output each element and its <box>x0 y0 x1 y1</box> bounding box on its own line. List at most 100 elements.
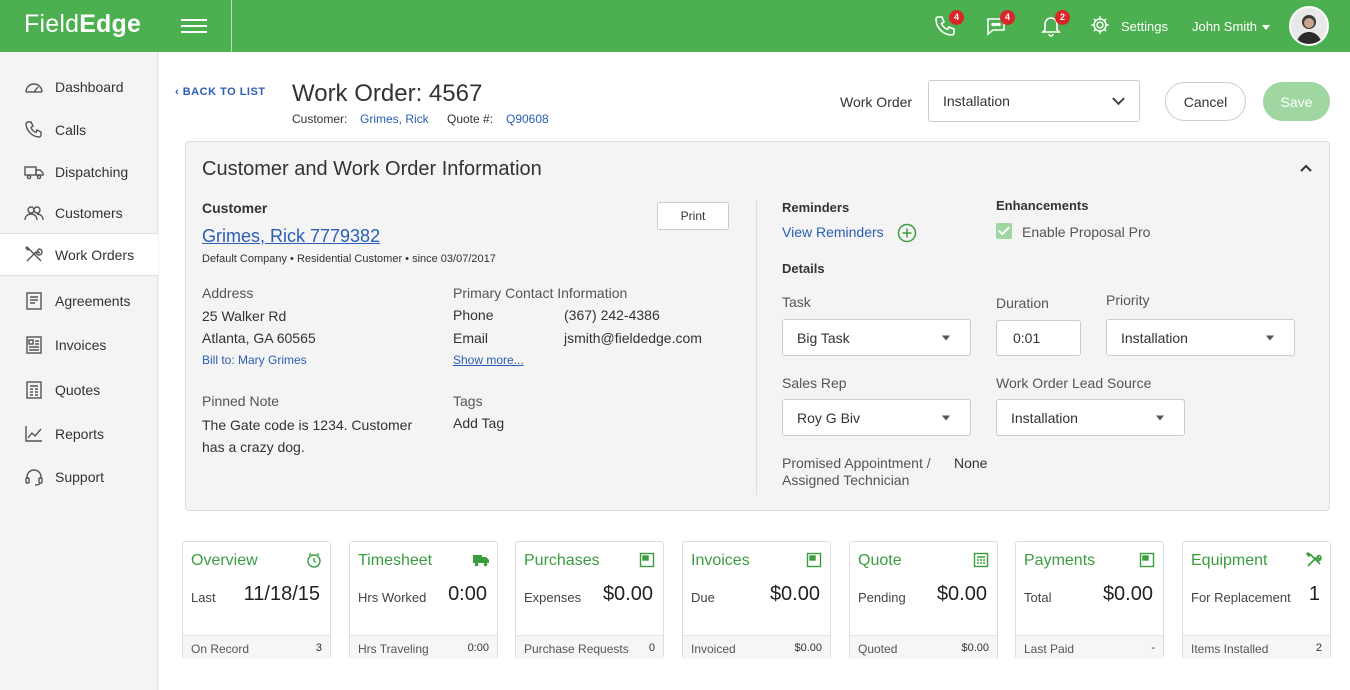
sidebar-item-label: Dispatching <box>55 164 129 180</box>
page-title: Work Order: 4567 <box>292 80 483 107</box>
sidebar-item-calls[interactable]: Calls <box>0 110 158 150</box>
panel-divider <box>756 200 757 495</box>
dashboard-icon <box>25 83 43 93</box>
chevron-down-icon <box>1112 92 1125 106</box>
timesheet-card[interactable]: Timesheet Hrs Worked 0:00 Hrs Traveling 0… <box>349 541 498 659</box>
sidebar-item-label: Dashboard <box>55 79 124 95</box>
equipment-card[interactable]: Equipment For Replacement 1 Items Instal… <box>1182 541 1331 659</box>
menu-toggle-button[interactable] <box>181 15 207 37</box>
calls-button[interactable]: 4 <box>933 10 964 40</box>
phone-icon <box>25 121 42 138</box>
avatar[interactable] <box>1289 6 1329 46</box>
enable-proposal-checkbox[interactable] <box>996 223 1012 239</box>
tools-icon <box>1306 552 1322 567</box>
task-label: Task <box>782 294 811 310</box>
truck-icon <box>473 555 489 567</box>
promised-appointment-label: Promised Appointment / <box>782 455 931 471</box>
chevron-left-icon: ‹ <box>175 86 183 98</box>
sales-rep-select[interactable]: Roy G Biv <box>782 399 971 436</box>
work-order-type-select[interactable]: Installation <box>928 80 1140 122</box>
caret-down-icon <box>942 335 950 340</box>
truck-icon <box>24 166 44 180</box>
sidebar-item-dashboard[interactable]: Dashboard <box>0 67 158 107</box>
lead-source-label: Work Order Lead Source <box>996 375 1152 391</box>
sidebar-item-invoices[interactable]: Invoices <box>0 325 158 365</box>
payments-card[interactable]: Payments Total $0.00 Last Paid - <box>1015 541 1164 659</box>
sidebar-item-label: Reports <box>55 426 105 442</box>
sidebar-item-label: Agreements <box>55 293 131 309</box>
overview-card[interactable]: Overview Last 11/18/15 On Record 3 <box>182 541 331 659</box>
sidebar-item-label: Work Orders <box>55 247 135 263</box>
tags-label: Tags <box>453 393 483 409</box>
sidebar-item-support[interactable]: Support <box>0 457 158 497</box>
tools-icon <box>25 246 43 262</box>
task-select[interactable]: Big Task <box>782 319 971 356</box>
customer-name-link[interactable]: Grimes, Rick 7779382 <box>202 226 380 247</box>
priority-select[interactable]: Installation <box>1106 319 1295 356</box>
view-reminders-link[interactable]: View Reminders <box>782 224 884 240</box>
clock-icon <box>307 552 321 568</box>
customer-link[interactable]: Grimes, Rick <box>360 112 429 126</box>
invoices-card[interactable]: Invoices Due $0.00 Invoiced $0.00 <box>682 541 831 659</box>
enable-proposal-label: Enable Proposal Pro <box>1022 224 1151 240</box>
duration-input[interactable]: 0:01 <box>996 320 1081 356</box>
lead-source-select[interactable]: Installation <box>996 399 1185 436</box>
reminders-label: Reminders <box>782 200 850 215</box>
sidebar: Dashboard Calls Dispatching Customers Wo… <box>0 52 158 690</box>
customers-icon <box>24 206 44 221</box>
quote-link[interactable]: Q90608 <box>506 112 549 126</box>
quote-label: Quote #: <box>447 112 494 126</box>
bill-to-link[interactable]: Bill to: Mary Grimes <box>202 353 307 367</box>
settings-link[interactable]: Settings <box>1121 19 1168 34</box>
enhancements-label: Enhancements <box>996 198 1089 213</box>
notifications-button[interactable]: 2 <box>1039 10 1070 40</box>
show-more-link[interactable]: Show more... <box>453 353 524 367</box>
details-label: Details <box>782 261 825 276</box>
settings-button[interactable] <box>1089 14 1115 40</box>
headset-icon <box>25 469 43 486</box>
user-name: John Smith <box>1192 19 1258 34</box>
caret-down-icon <box>1262 25 1271 31</box>
messages-badge: 4 <box>1000 10 1015 25</box>
topbar-divider <box>231 0 232 52</box>
sidebar-item-agreements[interactable]: Agreements <box>0 281 158 321</box>
customer-meta: Default Company • Residential Customer •… <box>202 253 496 265</box>
sidebar-item-work-orders[interactable]: Work Orders <box>0 233 158 276</box>
sidebar-item-reports[interactable]: Reports <box>0 414 158 454</box>
fieldedge-logo[interactable]: FieldEdge <box>24 10 141 39</box>
calculator-icon <box>973 552 989 568</box>
back-to-list-link[interactable]: ‹ BACK TO LIST <box>175 86 266 98</box>
print-button[interactable]: Print <box>657 202 729 230</box>
sidebar-item-label: Invoices <box>55 337 107 353</box>
panel-title: Customer and Work Order Information <box>202 158 542 180</box>
quote-card[interactable]: Quote Pending $0.00 Quoted $0.00 <box>849 541 998 659</box>
promised-appointment-value: None <box>954 455 988 471</box>
pinned-note-line1: The Gate code is 1234. Customer <box>202 417 413 433</box>
primary-contact-label: Primary Contact Information <box>453 285 628 301</box>
messages-button[interactable]: 4 <box>984 10 1015 40</box>
email-value: jsmith@fieldedge.com <box>564 330 702 346</box>
address-label: Address <box>202 285 254 301</box>
chevron-up-icon[interactable] <box>1299 163 1313 173</box>
cancel-button[interactable]: Cancel <box>1165 82 1246 121</box>
purchases-card[interactable]: Purchases Expenses $0.00 Purchase Reques… <box>515 541 664 659</box>
sidebar-item-customers[interactable]: Customers <box>0 193 158 233</box>
sidebar-item-dispatching[interactable]: Dispatching <box>0 152 158 192</box>
document-icon <box>806 552 822 568</box>
save-button[interactable]: Save <box>1263 82 1330 121</box>
document-icon <box>1139 552 1155 568</box>
add-reminder-icon[interactable] <box>897 223 917 243</box>
phone-label: Phone <box>453 307 494 323</box>
quote-icon <box>26 381 42 399</box>
sidebar-item-quotes[interactable]: Quotes <box>0 370 158 410</box>
address-line1: 25 Walker Rd <box>202 308 287 324</box>
gear-icon <box>1091 16 1109 34</box>
user-menu[interactable]: John Smith <box>1192 19 1271 34</box>
pinned-note-label: Pinned Note <box>202 393 280 409</box>
customer-heading: Customer <box>202 200 268 216</box>
calls-badge: 4 <box>949 10 964 25</box>
caret-down-icon <box>1156 415 1164 420</box>
sidebar-item-label: Customers <box>55 205 123 221</box>
add-tag-link[interactable]: Add Tag <box>453 415 504 431</box>
work-order-type-label: Work Order <box>840 94 913 110</box>
